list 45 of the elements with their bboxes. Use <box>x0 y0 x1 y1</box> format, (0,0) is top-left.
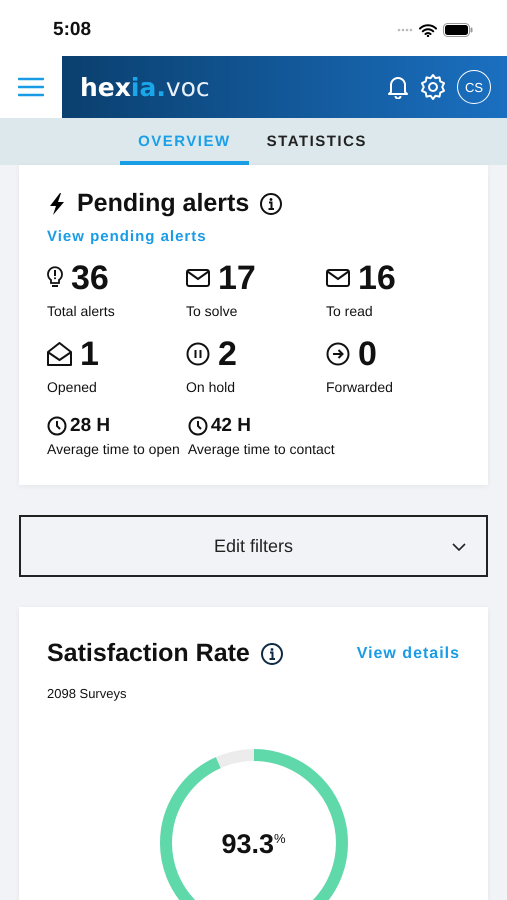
menu-icon[interactable] <box>18 77 44 97</box>
stat-value: 16 <box>358 258 396 298</box>
stat-value: 1 <box>80 334 99 374</box>
stat-value: 17 <box>218 258 256 298</box>
envelope-icon <box>186 269 210 287</box>
card-title: Satisfaction Rate <box>47 639 250 668</box>
app-logo: hexia.voc <box>80 72 210 102</box>
user-avatar[interactable]: CS <box>457 70 491 104</box>
envelope-icon <box>326 269 350 287</box>
stat-label: Opened <box>47 379 98 395</box>
card-title: Pending alerts <box>77 189 250 218</box>
view-alerts-link[interactable]: View pending alerts <box>47 228 468 245</box>
pause-icon <box>186 342 210 366</box>
percent-sign: % <box>274 831 286 846</box>
bell-icon[interactable] <box>387 75 409 99</box>
stat-label: Total alerts <box>47 303 116 319</box>
open-envelope-icon <box>47 342 72 366</box>
stat-value: 2 <box>218 334 237 374</box>
signal-icon <box>397 28 413 32</box>
time-label: Average time to contact <box>188 441 335 457</box>
lightning-icon <box>47 192 67 216</box>
stat-label: To solve <box>186 303 238 319</box>
time-value: 28 H <box>70 415 110 437</box>
wifi-icon <box>419 24 437 36</box>
survey-count: 2098 Surveys <box>47 686 128 701</box>
view-details-link[interactable]: View details <box>356 644 460 662</box>
time-label: Average time to open <box>47 441 180 457</box>
time-value: 42 H <box>210 415 251 437</box>
info-icon[interactable] <box>260 642 284 666</box>
info-icon[interactable] <box>259 192 284 216</box>
chevron-down-icon <box>452 543 466 551</box>
tab[interactable]: STATISTICS <box>248 118 385 165</box>
settings-icon[interactable] <box>419 73 447 101</box>
stat-value: 0 <box>358 334 377 374</box>
clock-icon <box>47 416 67 436</box>
edit-filters-button[interactable]: Edit filters <box>19 515 488 577</box>
stat-value: 36 <box>71 258 109 298</box>
gauge-value: 93.3 <box>221 829 274 860</box>
status-time: 5:08 <box>53 19 92 41</box>
forward-icon <box>326 342 350 366</box>
clock-icon <box>188 416 208 436</box>
battery-icon <box>443 23 473 37</box>
stat-label: Forwarded <box>326 379 394 395</box>
stat-label: On hold <box>186 379 236 395</box>
stat-label: To read <box>326 303 374 319</box>
